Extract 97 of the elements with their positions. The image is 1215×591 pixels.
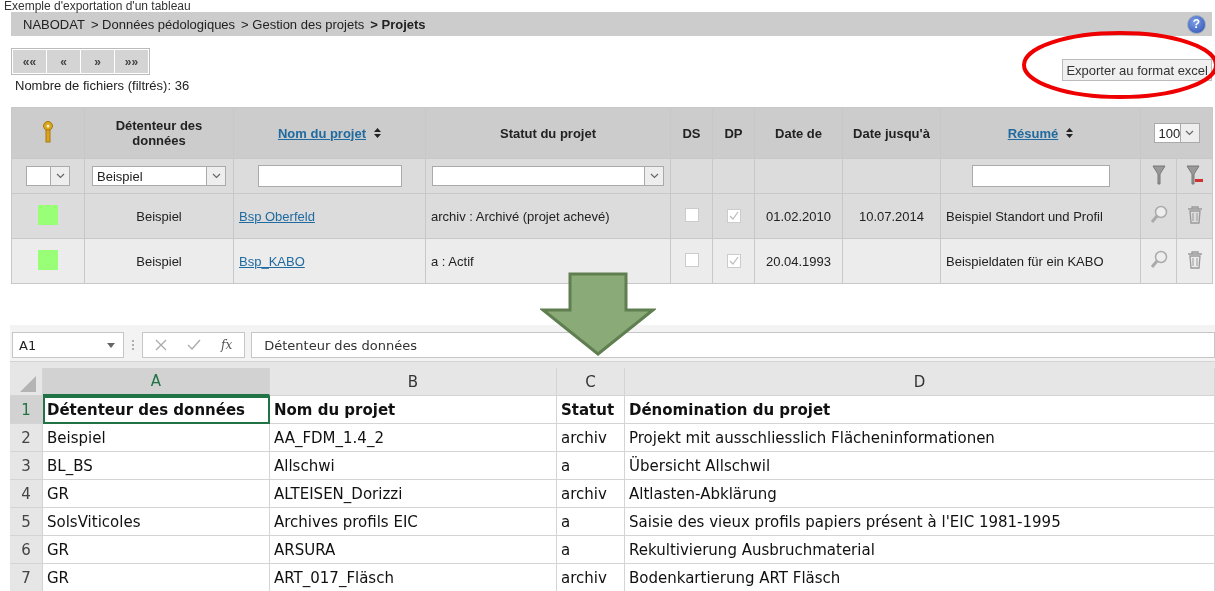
checkbox[interactable] — [684, 207, 699, 222]
spreadsheet-cell: Détenteur des données — [43, 396, 270, 424]
spreadsheet-cell: AA_FDM_1.4_2 — [270, 424, 557, 452]
breadcrumb-item[interactable]: > Projets — [370, 16, 426, 32]
table-cell: archiv : Archivé (projet achevé) — [425, 193, 671, 239]
clear-filter-icon[interactable] — [1185, 164, 1204, 185]
color-filter-select[interactable] — [26, 166, 70, 186]
filter-icon[interactable] — [1151, 164, 1166, 185]
table-cell: 20.04.1993 — [754, 238, 843, 284]
column-header[interactable]: B — [270, 368, 557, 396]
spreadsheet-cell: archiv — [557, 564, 625, 591]
table-cell: 01.02.2010 — [754, 193, 843, 239]
table-cell: Beispiel — [84, 238, 234, 284]
page-caption: Exemple d'exportation d'un tableau — [3, 0, 192, 12]
grip-icon — [130, 338, 136, 352]
cancel-icon[interactable] — [155, 339, 167, 351]
file-count: Nombre de fichiers (filtrés): 36 — [14, 78, 190, 93]
breadcrumb-item[interactable]: > Gestion des projets — [241, 16, 365, 32]
pager-button[interactable]: «« — [13, 50, 46, 73]
caret-icon — [1185, 130, 1195, 136]
search-icon[interactable] — [1149, 249, 1168, 270]
checkbox[interactable] — [726, 208, 741, 223]
spreadsheet-cell: Nom du projet — [270, 396, 557, 424]
column-header: DP — [712, 107, 755, 159]
pager-button[interactable]: » — [81, 50, 114, 73]
spreadsheet-cell: archiv — [557, 424, 625, 452]
column-header[interactable]: A — [43, 368, 270, 396]
spreadsheet-cell: ALTEISEN_Dorizzi — [270, 480, 557, 508]
table-cell: Beispiel Standort und Profil — [940, 193, 1141, 239]
summary-filter-input[interactable] — [971, 165, 1110, 187]
pager-button[interactable]: »» — [115, 50, 148, 73]
sort-icon — [1066, 127, 1074, 138]
spreadsheet-cell: ARSURA — [270, 536, 557, 564]
spreadsheet-cell: archiv — [557, 480, 625, 508]
spreadsheet-cell: GR — [43, 480, 270, 508]
caret-icon — [211, 173, 221, 179]
spreadsheet-cell: Statut — [557, 396, 625, 424]
trash-icon[interactable] — [1186, 249, 1203, 270]
checkbox[interactable] — [726, 253, 741, 268]
column-header: Date jusqu'à — [842, 107, 941, 159]
spreadsheet-cell: Bodenkartierung ART Fläsch — [625, 564, 1215, 591]
column-header: Détenteur des données — [84, 107, 234, 159]
column-header[interactable]: C — [557, 368, 625, 396]
column-header[interactable]: D — [625, 368, 1215, 396]
column-header: DS — [670, 107, 713, 159]
page-size-select[interactable]: 100 — [1153, 123, 1200, 143]
spreadsheet-cell: Dénomination du projet — [625, 396, 1215, 424]
spreadsheet-cell: Archives profils EIC — [270, 508, 557, 536]
pager-button[interactable]: « — [47, 50, 80, 73]
spreadsheet-cell: Altlasten-Abklärung — [625, 480, 1215, 508]
sortable-header[interactable]: Résumé — [1007, 125, 1059, 141]
table-cell: Beispieldaten für ein KABO — [940, 238, 1141, 284]
row-header[interactable]: 1 — [10, 396, 43, 424]
spreadsheet-cell: a — [557, 452, 625, 480]
spreadsheet-cell: Rekultivierung Ausbruchmaterial — [625, 536, 1215, 564]
spreadsheet-cell: Allschwi — [270, 452, 557, 480]
row-header[interactable]: 6 — [10, 536, 43, 564]
spreadsheet-cell: GR — [43, 564, 270, 591]
trash-icon[interactable] — [1186, 204, 1203, 225]
project-link[interactable]: Bsp_KABO — [239, 253, 305, 269]
row-header[interactable]: 4 — [10, 480, 43, 508]
formula-field[interactable]: Détenteur des données — [251, 332, 1215, 358]
caret-icon — [107, 342, 115, 348]
status-filter-select[interactable] — [432, 166, 664, 186]
caret-icon — [55, 173, 65, 179]
spreadsheet-cell: ART_017_Fläsch — [270, 564, 557, 591]
spreadsheet-cell: SolsViticoles — [43, 508, 270, 536]
export-button[interactable]: Exporter au format excel — [1062, 59, 1212, 81]
spreadsheet-cell: Projekt mit ausschliesslich Flächeninformationen — [625, 424, 1215, 452]
column-header: Date de — [754, 107, 843, 159]
column-header: Statut du projet — [425, 107, 671, 159]
checkbox[interactable] — [684, 252, 699, 267]
check-icon[interactable] — [187, 339, 201, 351]
spreadsheet-cell: Beispiel — [43, 424, 270, 452]
search-icon[interactable] — [1149, 204, 1168, 225]
spreadsheet-cell: a — [557, 536, 625, 564]
holder-filter-select[interactable]: Beispiel — [92, 166, 226, 186]
breadcrumb-item[interactable]: > Données pédologiques — [90, 16, 236, 32]
spreadsheet-cell: GR — [43, 536, 270, 564]
row-header[interactable]: 3 — [10, 452, 43, 480]
breadcrumb-item[interactable]: NABODAT — [23, 16, 85, 32]
insert-function-button[interactable]: fx — [221, 338, 233, 352]
spreadsheet-cell: a — [557, 508, 625, 536]
spreadsheet-cell: Saisie des vieux profils papiers présent à l'EIC 1981-1995 — [625, 508, 1215, 536]
sortable-header[interactable]: Nom du projet — [277, 125, 367, 141]
row-header[interactable]: 2 — [10, 424, 43, 452]
caret-icon — [649, 173, 659, 179]
key-icon — [42, 120, 54, 143]
name-box[interactable]: A1 — [12, 332, 124, 358]
row-header[interactable]: 5 — [10, 508, 43, 536]
sort-icon — [374, 127, 382, 138]
spreadsheet-cell: BL_BS — [43, 452, 270, 480]
name-filter-input[interactable] — [257, 165, 402, 187]
project-link[interactable]: Bsp Oberfeld — [239, 208, 315, 224]
table-cell: 10.07.2014 — [842, 193, 941, 239]
table-cell: Beispiel — [84, 193, 234, 239]
spreadsheet-cell: Übersicht Allschwil — [625, 452, 1215, 480]
